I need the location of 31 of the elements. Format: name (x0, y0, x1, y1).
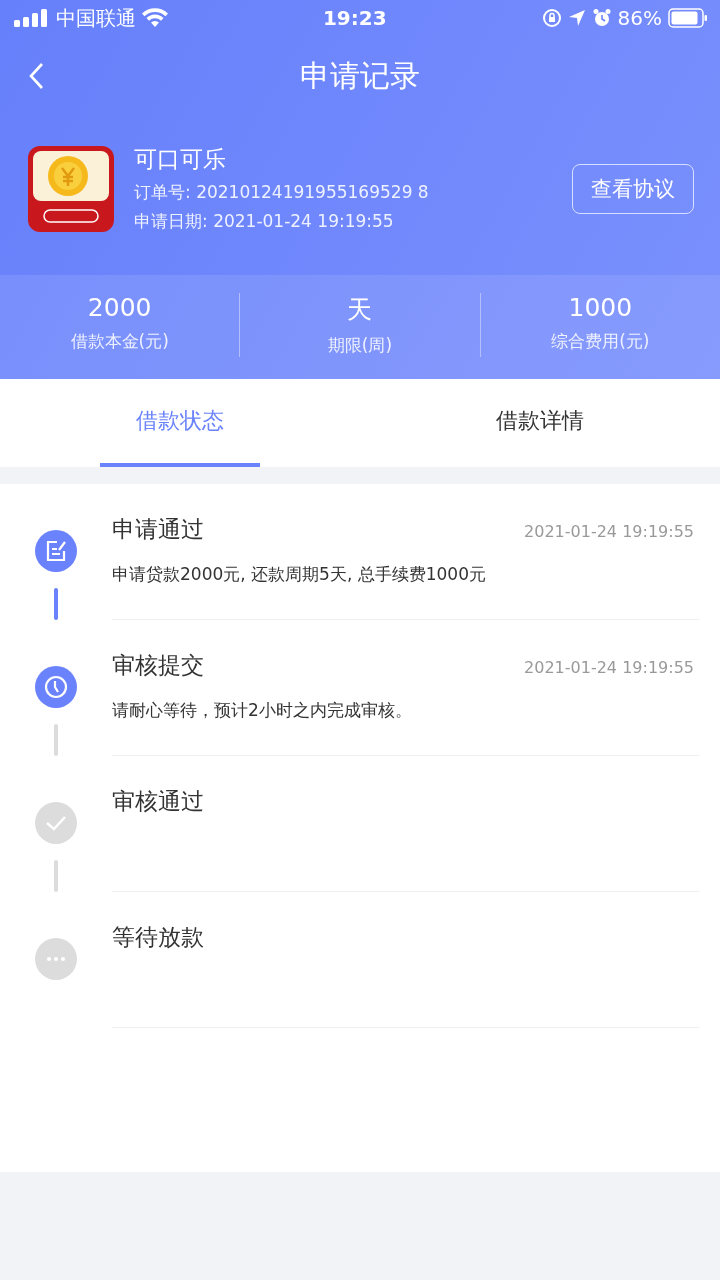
step-title: 申请通过 (112, 515, 204, 544)
step-title: 审核提交 (112, 651, 204, 680)
stat-label: 综合费用(元) (551, 330, 650, 353)
stat-value: 1000 (568, 293, 633, 322)
coin-app-icon (28, 145, 114, 232)
rotation-lock-icon (541, 8, 562, 28)
wifi-icon (142, 8, 168, 28)
step-title: 审核通过 (112, 787, 204, 816)
stat-label: 期限(周) (327, 334, 393, 357)
carrier-name: 中国联通 (56, 4, 136, 32)
tab[interactable]: 借款状态 (100, 379, 260, 467)
location-arrow-icon (567, 9, 586, 27)
step-description: 申请贷款2000元, 还款周期5天, 总手续费1000元 (112, 563, 487, 586)
apply-date: 申请日期: 2021-01-24 19:19:55 (134, 210, 395, 233)
order-number: 订单号: 20210124191955169529 8 (134, 181, 430, 204)
view-agreement-button[interactable]: 查看协议 (572, 163, 694, 214)
stat-label: 借款本金(元) (70, 330, 169, 353)
tab[interactable]: 借款详情 (460, 379, 620, 467)
product-name: 可口可乐 (134, 145, 227, 174)
step-time: 2021-01-24 19:19:55 (524, 658, 694, 677)
alarm-icon (591, 8, 612, 28)
clock-time: 19:23 (322, 6, 387, 30)
step-description: 请耐心等待，预计2小时之内完成审核。 (112, 699, 413, 722)
battery-icon (668, 8, 708, 28)
battery-percent: 86% (617, 6, 662, 30)
page-title: 申请记录 (300, 56, 420, 95)
stat-value: 2000 (87, 293, 152, 322)
step-title: 等待放款 (112, 923, 204, 952)
stat-value: 天 (347, 294, 373, 326)
signal-icon (14, 9, 50, 27)
step-time: 2021-01-24 19:19:55 (524, 522, 694, 541)
